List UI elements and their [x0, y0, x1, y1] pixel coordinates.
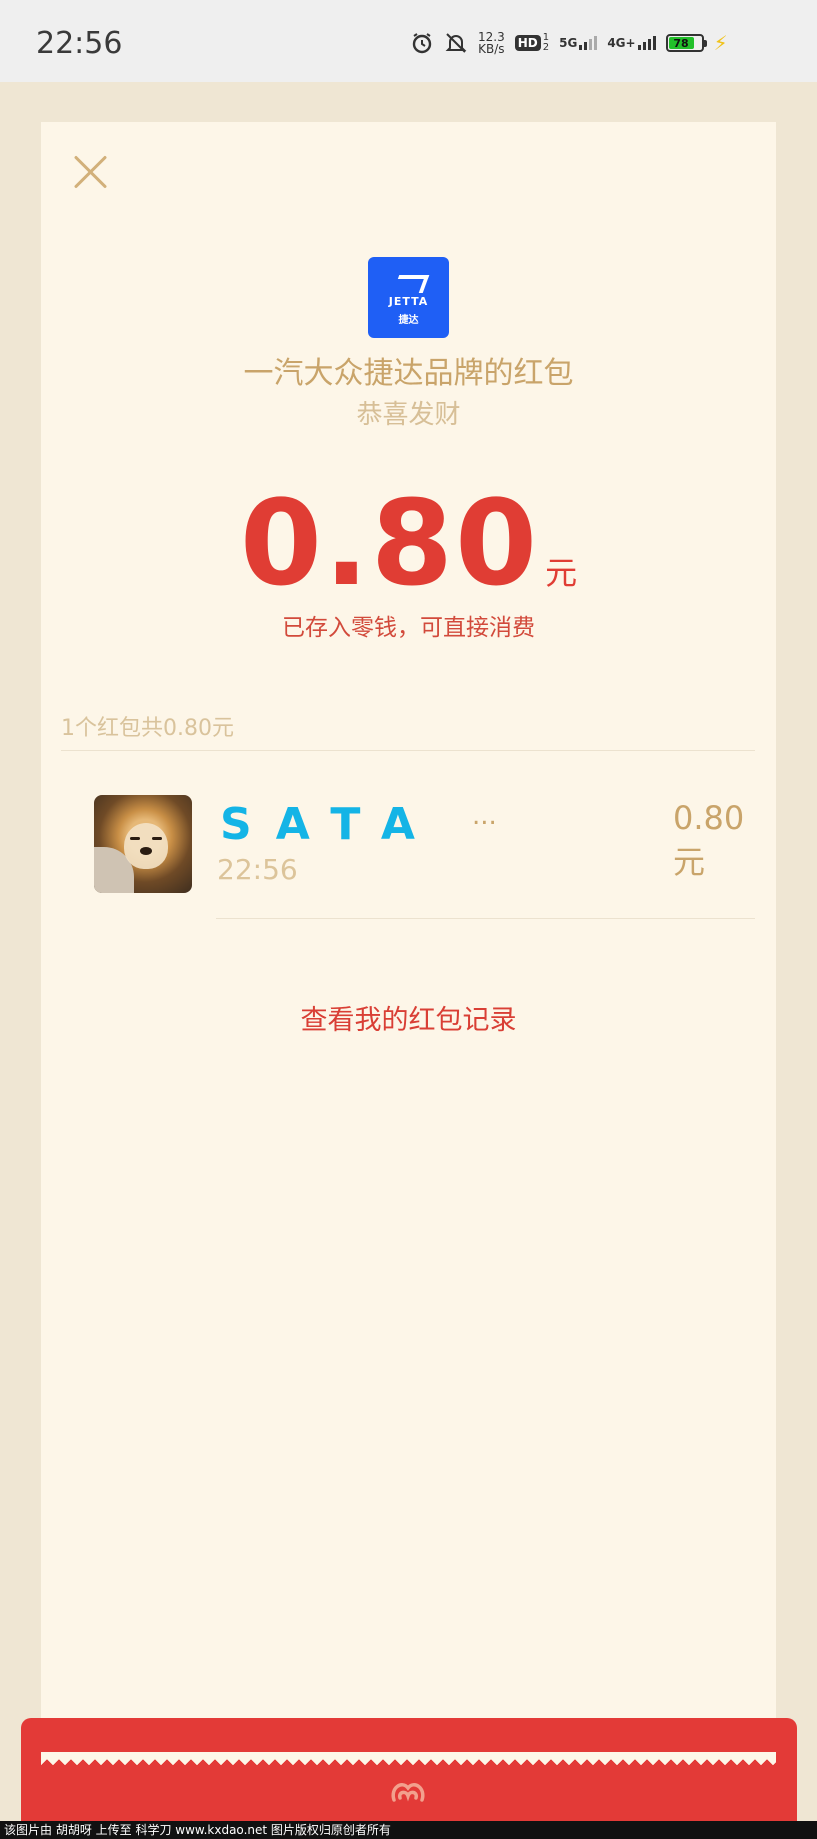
close-icon[interactable]: [69, 150, 113, 194]
status-icons: 12.3 KB/s HD 12 5G 4G+ 78 ⚡: [410, 30, 728, 56]
packet-summary: 1个红包共0.80元: [61, 716, 234, 741]
view-history-link[interactable]: 查看我的红包记录: [41, 998, 776, 1037]
watermark-footer: 该图片由 胡胡呀 上传至 科学刀 www.kxdao.net 图片版权归原创者所…: [0, 1821, 817, 1839]
brand-subtitle: 恭喜发财: [356, 400, 461, 430]
alarm-icon: [410, 30, 434, 56]
amount-display: 0.80 元: [41, 474, 776, 612]
envelope-seal-icon: [388, 1774, 428, 1810]
charging-bolt-icon: ⚡: [713, 31, 728, 55]
signal-4g-icon: 4G+: [607, 30, 656, 56]
sender-name: SATA: [220, 799, 439, 850]
record-time: 22:56: [217, 853, 298, 886]
hd-badge: HD 12: [514, 30, 549, 56]
brand-title: 一汽大众捷达品牌的红包: [243, 356, 574, 391]
signal-5g-icon: 5G: [559, 30, 598, 56]
battery-icon: 78: [665, 34, 707, 52]
divider: [61, 750, 755, 751]
net-speed: 12.3 KB/s: [478, 30, 505, 56]
status-time: 22:56: [36, 26, 123, 61]
list-item[interactable]: SATA ... 22:56 0.80元: [94, 795, 774, 899]
status-bar: 22:56 12.3 KB/s HD 12 5G 4G+ 78 ⚡: [0, 0, 817, 82]
name-ellipsis: ...: [472, 801, 497, 831]
envelope-zigzag-edge: [41, 1752, 776, 1766]
amount-note: 已存入零钱，可直接消费: [282, 615, 535, 641]
divider: [216, 918, 755, 919]
mute-bell-icon: [444, 30, 468, 56]
amount-unit: 元: [545, 554, 578, 592]
record-amount: 0.80元: [673, 799, 745, 881]
jetta-mark-icon: [392, 275, 430, 293]
red-packet-detail-card: JETTA 捷达 一汽大众捷达品牌的红包 恭喜发财 0.80 元 已存入零钱，可直…: [41, 122, 776, 1762]
amount-value: 0.80: [239, 474, 540, 612]
jetta-brand-logo: JETTA 捷达: [368, 257, 449, 338]
avatar[interactable]: [94, 795, 192, 893]
